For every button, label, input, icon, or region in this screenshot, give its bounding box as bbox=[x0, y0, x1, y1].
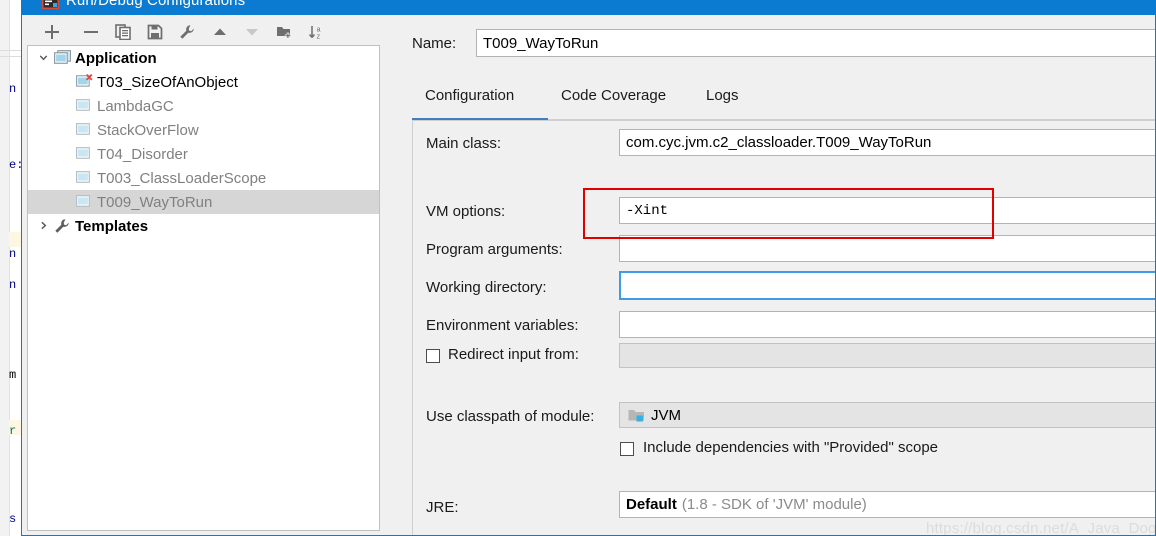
wrench-icon[interactable] bbox=[176, 21, 198, 43]
tree-item-t04-disorder[interactable]: T04_Disorder bbox=[28, 142, 379, 166]
tree-item-label: Application bbox=[75, 49, 157, 67]
editor-text-fragment: s bbox=[9, 512, 17, 526]
main-class-input[interactable]: com.cyc.jvm.c2_classloader.T009_WayToRun bbox=[619, 129, 1155, 156]
tree-item-label: StackOverFlow bbox=[97, 121, 199, 139]
program-arguments-input[interactable] bbox=[619, 235, 1155, 262]
run-config-icon bbox=[76, 194, 94, 210]
background-editor: n e: n n m r s bbox=[0, 0, 22, 536]
working-directory-label: Working directory: bbox=[426, 279, 547, 296]
redirect-input-field[interactable] bbox=[619, 343, 1155, 368]
dialog-titlebar[interactable]: Run/Debug Configurations bbox=[22, 0, 1155, 15]
jre-value: Default bbox=[626, 496, 677, 513]
tree-item-t003-classloaderscope[interactable]: T003_ClassLoaderScope bbox=[28, 166, 379, 190]
new-folder-icon[interactable] bbox=[273, 21, 295, 43]
tree-item-lambdagc[interactable]: LambdaGC bbox=[28, 94, 379, 118]
jre-label: JRE: bbox=[426, 499, 459, 516]
arrow-up-icon[interactable] bbox=[209, 21, 231, 43]
vm-options-label: VM options: bbox=[426, 203, 506, 220]
tab-code-coverage[interactable]: Code Coverage bbox=[561, 87, 666, 104]
tree-item-templates[interactable]: Templates bbox=[28, 214, 379, 238]
vm-options-input[interactable]: -Xint bbox=[619, 197, 1155, 224]
tree-item-label: T03_SizeOfAnObject bbox=[97, 73, 238, 91]
run-config-error-icon bbox=[76, 73, 94, 90]
name-label: Name: bbox=[412, 35, 457, 52]
add-button[interactable] bbox=[41, 21, 63, 43]
tree-item-label: LambdaGC bbox=[97, 97, 174, 115]
tab-configuration[interactable]: Configuration bbox=[425, 87, 514, 104]
main-class-label: Main class: bbox=[426, 135, 502, 152]
configurations-toolbar: a z bbox=[22, 15, 385, 45]
use-classpath-of-module-label: Use classpath of module: bbox=[426, 408, 595, 425]
save-button[interactable] bbox=[144, 21, 166, 43]
sort-az-icon[interactable]: a z bbox=[305, 21, 327, 43]
include-provided-label: Include dependencies with "Provided" sco… bbox=[643, 439, 939, 456]
tree-item-label: T003_ClassLoaderScope bbox=[97, 169, 267, 187]
detail-tabs: Configuration Code Coverage Logs bbox=[386, 87, 1155, 121]
run-config-icon bbox=[76, 98, 94, 114]
editor-divider bbox=[0, 50, 22, 51]
run-config-icon bbox=[76, 170, 94, 186]
name-input[interactable]: T009_WayToRun bbox=[476, 29, 1155, 57]
configurations-pane: a z Application T03_SizeOfAnObject Lambd… bbox=[22, 15, 385, 535]
run-config-icon bbox=[76, 122, 94, 138]
editor-text-fragment: n bbox=[9, 247, 17, 261]
configuration-form: Main class: com.cyc.jvm.c2_classloader.T… bbox=[412, 120, 1155, 535]
configurations-tree[interactable]: Application T03_SizeOfAnObject LambdaGC … bbox=[27, 45, 380, 531]
run-config-icon bbox=[42, 0, 59, 9]
tree-item-t009-waytorun[interactable]: T009_WayToRun bbox=[28, 190, 379, 214]
copy-button[interactable] bbox=[112, 21, 134, 43]
watermark: https://blog.csdn.net/A_Java_Dog bbox=[926, 520, 1156, 536]
chevron-down-icon[interactable] bbox=[32, 52, 54, 65]
environment-variables-input[interactable] bbox=[619, 311, 1155, 338]
editor-text-fragment: m bbox=[9, 368, 17, 382]
jre-select[interactable]: Default (1.8 - SDK of 'JVM' module) bbox=[619, 491, 1155, 518]
module-folder-icon bbox=[628, 408, 645, 422]
tree-item-stackoverflow[interactable]: StackOverFlow bbox=[28, 118, 379, 142]
tree-item-application[interactable]: Application bbox=[28, 46, 379, 70]
run-debug-configurations-dialog: Run/Debug Configurations a z Application… bbox=[21, 0, 1156, 536]
chevron-right-icon[interactable] bbox=[32, 220, 54, 233]
include-provided-checkbox[interactable] bbox=[620, 442, 634, 456]
module-name: JVM bbox=[651, 406, 681, 424]
program-arguments-label: Program arguments: bbox=[426, 241, 563, 258]
application-icon bbox=[54, 50, 72, 66]
svg-text:a: a bbox=[317, 26, 321, 33]
tree-item-label: T009_WayToRun bbox=[97, 193, 213, 211]
editor-gutter bbox=[0, 0, 10, 536]
run-config-icon bbox=[76, 146, 94, 162]
tab-logs[interactable]: Logs bbox=[706, 87, 739, 104]
editor-text-fragment: r bbox=[9, 424, 17, 438]
redirect-input-label: Redirect input from: bbox=[448, 346, 579, 363]
jre-description: (1.8 - SDK of 'JVM' module) bbox=[681, 496, 867, 513]
redirect-input-checkbox[interactable] bbox=[426, 349, 440, 363]
remove-button[interactable] bbox=[80, 21, 102, 43]
tree-item-t03-sizeofanobject[interactable]: T03_SizeOfAnObject bbox=[28, 70, 379, 94]
screen: n e: n n m r s Run/Debug Configurations bbox=[0, 0, 1156, 536]
environment-variables-label: Environment variables: bbox=[426, 317, 579, 334]
arrow-down-icon[interactable] bbox=[241, 21, 263, 43]
name-row: Name: T009_WayToRun bbox=[386, 29, 1155, 59]
configuration-details-pane: Name: T009_WayToRun Configuration Code C… bbox=[386, 15, 1156, 536]
tree-item-label: T04_Disorder bbox=[97, 145, 188, 163]
wrench-icon bbox=[54, 218, 72, 234]
tree-item-label: Templates bbox=[75, 217, 149, 235]
working-directory-input[interactable] bbox=[619, 271, 1155, 300]
use-classpath-of-module-select[interactable]: JVM bbox=[619, 402, 1155, 428]
dialog-title: Run/Debug Configurations bbox=[66, 0, 246, 9]
editor-text-fragment: n bbox=[9, 82, 17, 96]
svg-text:z: z bbox=[317, 33, 321, 40]
editor-divider bbox=[0, 56, 22, 57]
editor-text-fragment: n bbox=[9, 278, 17, 292]
